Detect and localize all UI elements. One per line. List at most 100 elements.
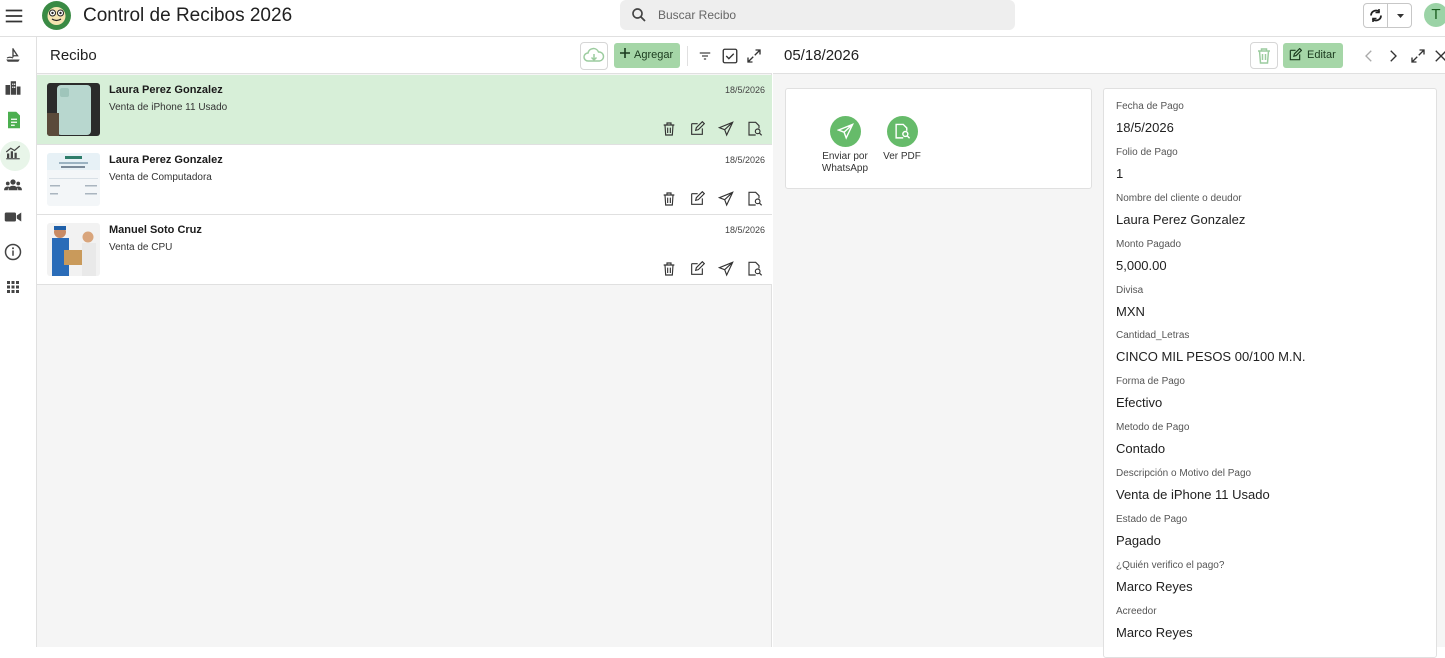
field-fecha-de-pago: Fecha de Pago 18/5/2026: [1116, 101, 1184, 135]
search-bar[interactable]: [620, 0, 1015, 30]
filter-icon[interactable]: [696, 47, 714, 65]
document-icon[interactable]: [6, 111, 24, 129]
field-value: Efectivo: [1116, 395, 1163, 410]
chevron-left-icon[interactable]: [1360, 47, 1378, 65]
edit-button[interactable]: Editar: [1283, 43, 1343, 68]
delete-icon[interactable]: [661, 191, 677, 207]
list-title: Recibo: [50, 47, 97, 64]
pdf-action-label: Ver PDF: [883, 151, 921, 162]
apps-grid-icon[interactable]: [4, 278, 22, 296]
hamburger-menu-icon[interactable]: [3, 5, 25, 27]
video-icon[interactable]: [4, 208, 22, 226]
search-input[interactable]: [658, 0, 998, 30]
detail-header: 05/18/2026 Editar: [773, 37, 1445, 74]
row-name: Laura Perez Gonzalez: [109, 154, 223, 166]
field-label: ¿Quién verifico el pago?: [1116, 560, 1225, 571]
pdf-search-icon: [886, 116, 918, 147]
row-date: 18/5/2026: [724, 85, 765, 95]
user-avatar[interactable]: T: [1424, 3, 1445, 27]
row-date: 18/5/2026: [724, 225, 765, 235]
chart-icon[interactable]: [4, 143, 22, 161]
field-value: Contado: [1116, 441, 1166, 456]
field-value: MXN: [1116, 304, 1145, 319]
cloud-sync-button[interactable]: [580, 42, 608, 70]
pdf-search-icon[interactable]: [747, 121, 763, 137]
send-icon[interactable]: [718, 191, 734, 207]
field-descripcion: Descripción o Motivo del Pago Venta de i…: [1116, 468, 1270, 502]
select-checkbox-icon[interactable]: [721, 47, 739, 65]
field-metodo-de-pago: Metodo de Pago Contado: [1116, 422, 1189, 456]
field-label: Divisa: [1116, 285, 1144, 296]
field-value: Laura Perez Gonzalez: [1116, 212, 1246, 227]
app-title: Control de Recibos 2026: [83, 5, 293, 26]
field-label: Cantidad_Letras: [1116, 330, 1190, 341]
field-value: 1: [1116, 166, 1124, 181]
pdf-search-icon[interactable]: [747, 191, 763, 207]
field-estado-de-pago: Estado de Pago Pagado: [1116, 514, 1187, 548]
field-label: Descripción o Motivo del Pago: [1116, 468, 1252, 479]
view-pdf-action[interactable]: Ver PDF: [867, 116, 937, 163]
add-button-label: Agregar: [634, 49, 674, 61]
send-icon[interactable]: [718, 261, 734, 277]
field-value: Venta de iPhone 11 Usado: [1116, 487, 1270, 502]
chevron-right-icon[interactable]: [1384, 47, 1402, 65]
delete-button[interactable]: [1250, 42, 1278, 69]
detail-title: 05/18/2026: [784, 47, 860, 64]
field-value: Marco Reyes: [1116, 579, 1193, 594]
buildings-icon[interactable]: [4, 79, 22, 97]
edit-button-label: Editar: [1307, 49, 1336, 61]
people-icon[interactable]: [4, 176, 22, 194]
edit-icon[interactable]: [689, 261, 705, 277]
field-folio-de-pago: Folio de Pago 1: [1116, 147, 1178, 181]
navigation-rail: [0, 37, 37, 647]
search-icon: [630, 6, 648, 24]
field-cantidad-letras: Cantidad_Letras CINCO MIL PESOS 00/100 M…: [1116, 330, 1306, 364]
plus-icon: [619, 47, 631, 59]
edit-icon[interactable]: [689, 121, 705, 137]
field-label: Metodo de Pago: [1116, 422, 1190, 433]
list-item[interactable]: Laura Perez Gonzalez Venta de iPhone 11 …: [37, 75, 772, 145]
row-name: Laura Perez Gonzalez: [109, 84, 223, 96]
field-label: Forma de Pago: [1116, 376, 1185, 387]
field-value: Marco Reyes: [1116, 625, 1193, 640]
delete-icon[interactable]: [661, 261, 677, 277]
receipt-thumbnail: [47, 153, 100, 206]
field-value: CINCO MIL PESOS 00/100 M.N.: [1116, 349, 1306, 364]
chevron-down-icon[interactable]: [1389, 4, 1412, 27]
header-divider: [687, 46, 688, 66]
list-header: Recibo Agregar: [37, 37, 772, 74]
row-description: Venta de iPhone 11 Usado: [109, 102, 228, 113]
phone-thumbnail: [47, 83, 100, 136]
send-icon: [829, 116, 861, 147]
edit-icon[interactable]: [689, 191, 705, 207]
close-icon[interactable]: [1432, 47, 1445, 65]
send-icon[interactable]: [718, 121, 734, 137]
field-value: 5,000.00: [1116, 258, 1167, 273]
field-divisa: Divisa MXN: [1116, 285, 1145, 319]
info-icon[interactable]: [4, 243, 22, 261]
sync-control: [1363, 3, 1412, 28]
pdf-search-icon[interactable]: [747, 261, 763, 277]
field-label: Fecha de Pago: [1116, 101, 1184, 112]
list-item[interactable]: Laura Perez Gonzalez Venta de Computador…: [37, 145, 772, 215]
receipt-fields-card: Fecha de Pago 18/5/2026 Folio de Pago 1 …: [1103, 88, 1437, 658]
top-bar: Control de Recibos 2026 T: [0, 0, 1445, 37]
field-forma-de-pago: Forma de Pago Efectivo: [1116, 376, 1185, 410]
row-date: 18/5/2026: [724, 155, 765, 165]
ship-icon[interactable]: [4, 46, 22, 64]
list-item[interactable]: Manuel Soto Cruz Venta de CPU 18/5/2026: [37, 215, 772, 285]
row-description: Venta de Computadora: [109, 172, 212, 183]
expand-icon[interactable]: [1409, 47, 1427, 65]
expand-icon[interactable]: [745, 47, 763, 65]
row-name: Manuel Soto Cruz: [109, 224, 202, 236]
quick-actions-card: Enviar por WhatsApp Ver PDF: [785, 88, 1092, 189]
whatsapp-action-label: Enviar por WhatsApp: [821, 151, 869, 174]
field-nombre-cliente: Nombre del cliente o deudor Laura Perez …: [1116, 193, 1245, 227]
field-value: 18/5/2026: [1116, 120, 1174, 135]
add-button[interactable]: Agregar: [614, 43, 680, 68]
sync-icon[interactable]: [1364, 4, 1388, 27]
delete-icon[interactable]: [661, 121, 677, 137]
receipt-detail-panel: 05/18/2026 Editar Enviar por WhatsApp Ve…: [773, 37, 1445, 658]
field-label: Monto Pagado: [1116, 239, 1182, 250]
row-description: Venta de CPU: [109, 242, 173, 253]
